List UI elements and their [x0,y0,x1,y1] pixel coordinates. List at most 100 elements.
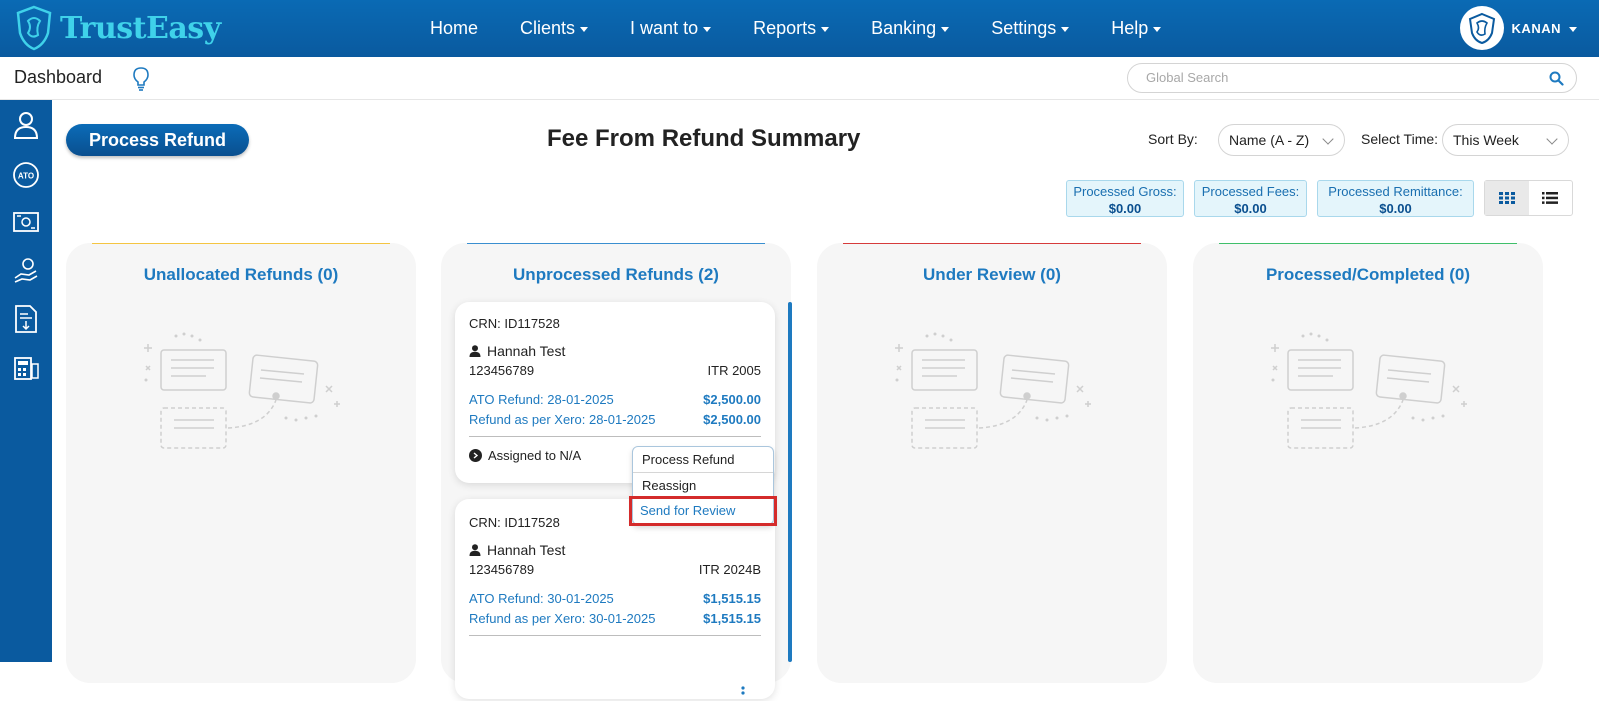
person-icon [469,544,481,556]
select-time-select[interactable]: This Week [1442,124,1569,156]
stat-label: Processed Remittance: [1328,184,1463,199]
sidebar: ATO [0,100,52,662]
card-client-name: Hannah Test [487,343,566,359]
nav-reports[interactable]: Reports [753,18,830,39]
chevron-right-circle-icon[interactable] [469,449,482,462]
list-icon [1542,192,1559,204]
chevron-down-icon [580,27,589,32]
column-scrollbar[interactable] [788,302,792,662]
user-name: KANAN [1511,20,1561,36]
stat-value: $0.00 [1379,201,1412,216]
grid-view-button[interactable] [1485,181,1529,215]
ato-icon[interactable]: ATO [11,160,41,190]
summary-title: Fee From Refund Summary [547,125,861,152]
money-transfer-icon[interactable] [11,207,41,237]
user-logo-icon [1468,12,1495,45]
column-under-review: Under Review (0) [817,243,1167,683]
card-xero-row: Refund as per Xero: 30-01-2025 $1,515.15 [469,611,761,626]
calculator-icon[interactable] [11,353,41,383]
nav-help[interactable]: Help [1111,18,1162,39]
column-accent-line [843,243,1141,244]
brand-logo[interactable]: TrustEasy [14,5,221,51]
card-xero-row: Refund as per Xero: 28-01-2025 $2,500.00 [469,412,761,427]
card-id-row: 123456789 ITR 2005 [469,363,761,378]
menu-reassign[interactable]: Reassign [633,473,773,498]
ato-refund-value: $2,500.00 [703,392,761,407]
card-client-name: Hannah Test [487,542,566,558]
more-options-icon[interactable] [741,686,745,701]
user-icon[interactable] [11,110,41,140]
brand-name: TrustEasy [60,10,221,46]
nav-i-want-to[interactable]: I want to [630,18,712,39]
stat-value: $0.00 [1234,201,1267,216]
page-title: Dashboard [14,67,103,87]
column-title: Unallocated Refunds (0) [143,265,339,284]
hand-money-icon[interactable] [11,255,41,285]
column-accent-line [92,243,390,244]
chevron-down-icon [1546,133,1558,145]
stat-label: Processed Fees: [1201,184,1300,199]
ato-refund-label: ATO Refund: 30-01-2025 [469,591,614,606]
list-view-button[interactable] [1529,181,1573,215]
nav-settings[interactable]: Settings [991,18,1070,39]
card-divider [469,635,761,636]
column-accent-line [1219,243,1517,244]
chevron-down-icon [1061,27,1070,32]
column-accent-line [467,243,765,244]
grid-icon [1498,192,1515,204]
nav-banking-label: Banking [871,18,937,38]
chevron-down-icon [703,27,712,32]
nav-settings-label: Settings [991,18,1057,38]
search-input[interactable] [1146,70,1526,85]
card-ato-row: ATO Refund: 30-01-2025 $1,515.15 [469,591,761,606]
document-download-icon[interactable] [11,304,41,334]
nav-banking[interactable]: Banking [871,18,950,39]
ato-label: ATO [18,172,34,181]
xero-refund-label: Refund as per Xero: 28-01-2025 [469,412,656,427]
nav-clients-label: Clients [520,18,576,38]
card-tfn: 123456789 [469,562,535,577]
process-refund-button[interactable]: Process Refund [66,124,249,156]
refund-card[interactable]: CRN: ID117528 Hannah Test 123456789 ITR … [455,499,775,699]
card-assigned-text: Assigned to N/A [488,448,582,463]
stat-value: $0.00 [1108,201,1142,216]
global-search[interactable] [1127,63,1577,93]
chevron-down-icon [1153,27,1162,32]
nav-home[interactable]: Home [430,18,478,39]
card-tfn: 123456789 [469,363,535,378]
processed-fees-stat: Processed Fees: $0.00 [1194,180,1307,217]
card-crn: CRN: ID117528 [469,316,560,331]
sort-by-label: Sort By: [1148,131,1198,147]
menu-send-for-review[interactable]: Send for Review [629,496,777,526]
search-icon[interactable] [1549,71,1564,86]
empty-state-illustration [1271,332,1467,449]
card-itr: ITR 2005 [707,363,761,378]
avatar [1459,6,1504,50]
card-action-menu: Process Refund Reassign Send for Review [629,446,777,526]
nav-home-label: Home [430,18,479,38]
nav-reports-label: Reports [753,18,817,38]
sort-by-select[interactable]: Name (A - Z) [1218,124,1345,156]
xero-refund-value: $2,500.00 [703,412,761,427]
ato-refund-value: $1,515.15 [703,591,761,606]
processed-gross-stat: Processed Gross: $0.00 [1066,180,1184,217]
select-time-label: Select Time: [1361,131,1439,147]
sort-by-value: Name (A - Z) [1229,132,1310,148]
card-client-row: Hannah Test [469,343,761,359]
menu-process-refund[interactable]: Process Refund [633,447,773,473]
nav-i-want-to-label: I want to [630,18,699,38]
column-title: Under Review (0) [923,265,1061,284]
view-toggle [1484,180,1573,216]
card-itr: ITR 2024B [698,562,761,577]
card-client-row: Hannah Test [469,542,761,558]
empty-state-illustration [895,332,1091,449]
main-nav: Home Clients I want to Reports Banking S… [430,0,1203,57]
lightbulb-icon[interactable] [130,65,152,91]
nav-clients[interactable]: Clients [520,18,589,39]
user-menu[interactable]: KANAN [1459,6,1577,50]
column-unallocated: Unallocated Refunds (0) [66,243,416,683]
column-title: Processed/Completed (0) [1265,265,1471,284]
xero-refund-value: $1,515.15 [703,611,761,626]
xero-refund-label: Refund as per Xero: 30-01-2025 [469,611,656,626]
processed-remittance-stat: Processed Remittance: $0.00 [1317,180,1474,217]
